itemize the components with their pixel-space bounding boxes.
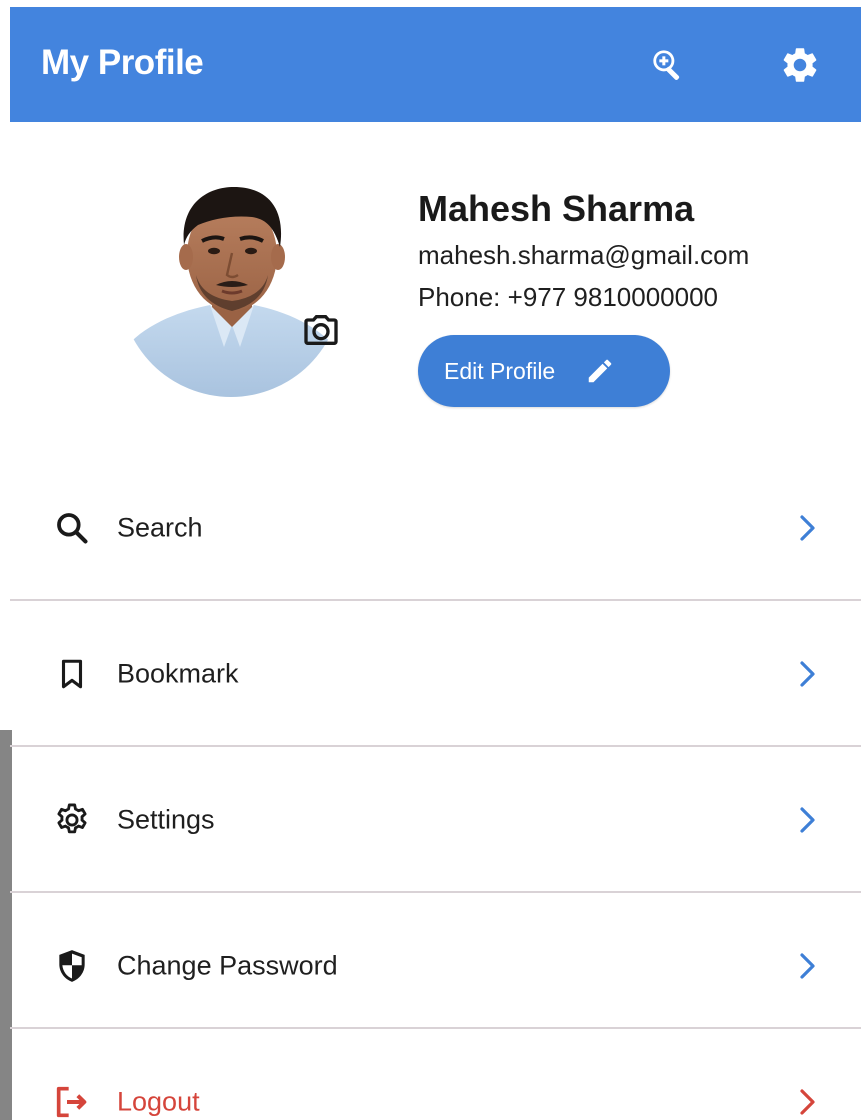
profile-header: Mahesh Sharma mahesh.sharma@gmail.com Ph… [10,122,861,452]
search-icon [50,506,94,550]
edit-profile-label: Edit Profile [444,357,556,384]
menu-item-settings[interactable]: Settings [10,747,861,893]
menu-item-label: Search [117,512,203,543]
bookmark-icon [50,652,94,696]
menu-item-label: Change Password [117,950,338,981]
page-title: My Profile [41,43,204,82]
gear-icon [783,48,817,82]
menu-item-label: Settings [117,804,215,835]
app-bar: My Profile [10,7,861,122]
logout-icon [50,1080,94,1120]
chevron-right-icon [793,1087,823,1117]
chevron-right-icon [793,805,823,835]
menu-item-search[interactable]: Search [10,455,861,601]
avatar-photo [120,175,342,397]
chevron-right-icon [793,659,823,689]
zoom-in-button[interactable] [646,43,690,87]
menu-item-logout[interactable]: Logout [10,1029,861,1120]
menu-item-label: Logout [117,1086,200,1117]
shield-icon [50,944,94,988]
avatar[interactable] [120,175,342,397]
settings-icon [50,798,94,842]
user-email: mahesh.sharma@gmail.com [418,240,750,270]
chevron-right-icon [793,513,823,543]
change-photo-button[interactable] [299,308,343,352]
menu-item-bookmark[interactable]: Bookmark [10,601,861,747]
settings-button[interactable] [778,43,822,87]
profile-screen: My Profile Mahesh Sharma mahesh.sharma@g… [0,0,861,1120]
chevron-right-icon [793,951,823,981]
edit-profile-button[interactable]: Edit Profile [418,335,670,407]
menu-item-label: Bookmark [117,658,239,689]
camera-icon [304,315,338,345]
pencil-icon [585,356,615,386]
menu-item-change-password[interactable]: Change Password [10,893,861,1039]
zoom-in-icon [653,50,680,80]
user-name: Mahesh Sharma [418,188,695,229]
user-phone: Phone: +977 9810000000 [418,282,719,312]
